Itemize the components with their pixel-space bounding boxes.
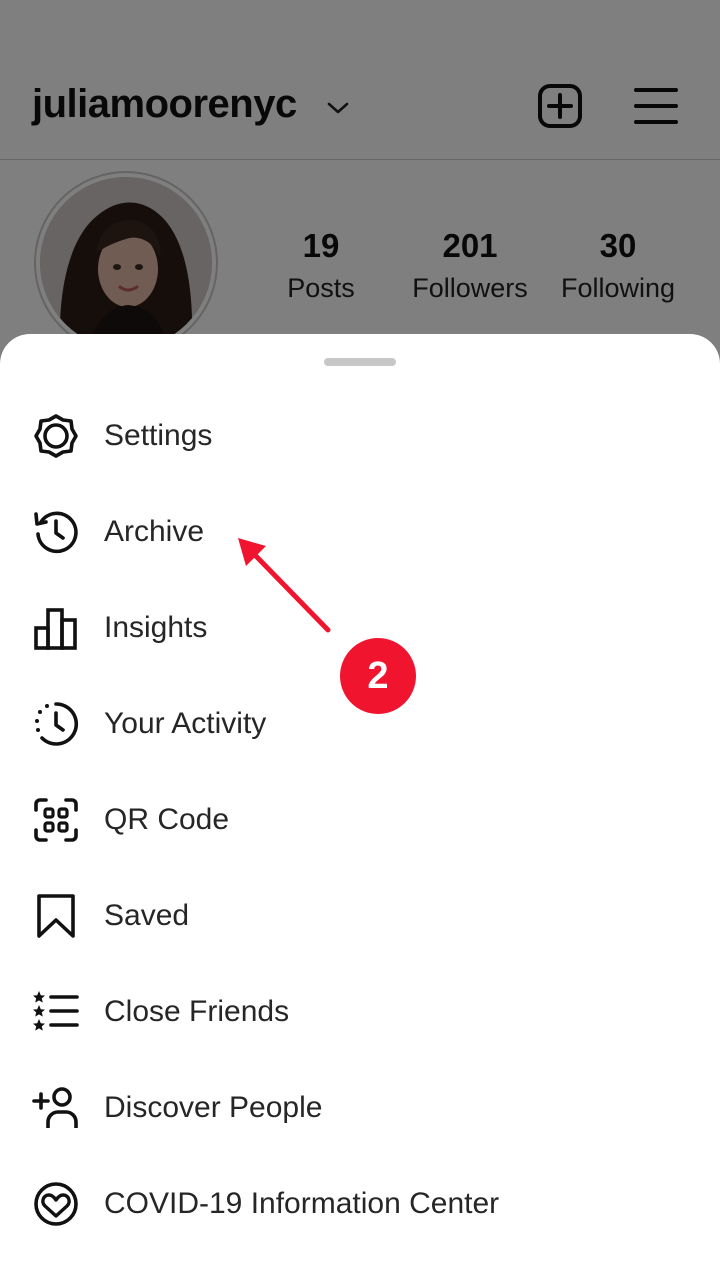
menu-bottom-sheet: Settings Archive Insights Your Activity … <box>0 334 720 1280</box>
menu-item-label: Your Activity <box>104 707 267 740</box>
heart-globe-icon <box>32 1180 80 1228</box>
menu-item-label: COVID-19 Information Center <box>104 1187 500 1220</box>
menu-item-label: Archive <box>104 515 205 548</box>
menu-item-label: Close Friends <box>104 995 290 1028</box>
activity-icon <box>32 700 80 748</box>
menu-item-label: Settings <box>104 419 213 452</box>
archive-icon <box>32 508 80 556</box>
menu-item-label: Discover People <box>104 1091 323 1124</box>
menu-item-label: QR Code <box>104 803 230 836</box>
close-friends-icon <box>32 988 80 1036</box>
insights-icon <box>32 604 80 652</box>
menu-item-label: Saved <box>104 899 190 932</box>
menu-item-saved[interactable]: Saved <box>0 866 720 962</box>
settings-icon <box>32 412 80 460</box>
menu-item-close-friends[interactable]: Close Friends <box>0 962 720 1058</box>
menu-item-qr-code[interactable]: QR Code <box>0 770 720 866</box>
add-person-icon <box>32 1084 80 1132</box>
menu-item-covid-info-center[interactable]: COVID-19 Information Center <box>0 1154 720 1250</box>
menu-item-label: Insights <box>104 611 208 644</box>
annotation-arrow <box>238 538 331 633</box>
step-number-badge: 2 <box>340 638 416 714</box>
menu-item-settings[interactable]: Settings <box>0 386 720 482</box>
qr-code-icon <box>32 796 80 844</box>
bookmark-icon <box>32 892 80 940</box>
sheet-drag-handle[interactable] <box>324 358 396 366</box>
menu-item-discover-people[interactable]: Discover People <box>0 1058 720 1154</box>
menu-item-archive[interactable]: Archive <box>0 482 720 578</box>
